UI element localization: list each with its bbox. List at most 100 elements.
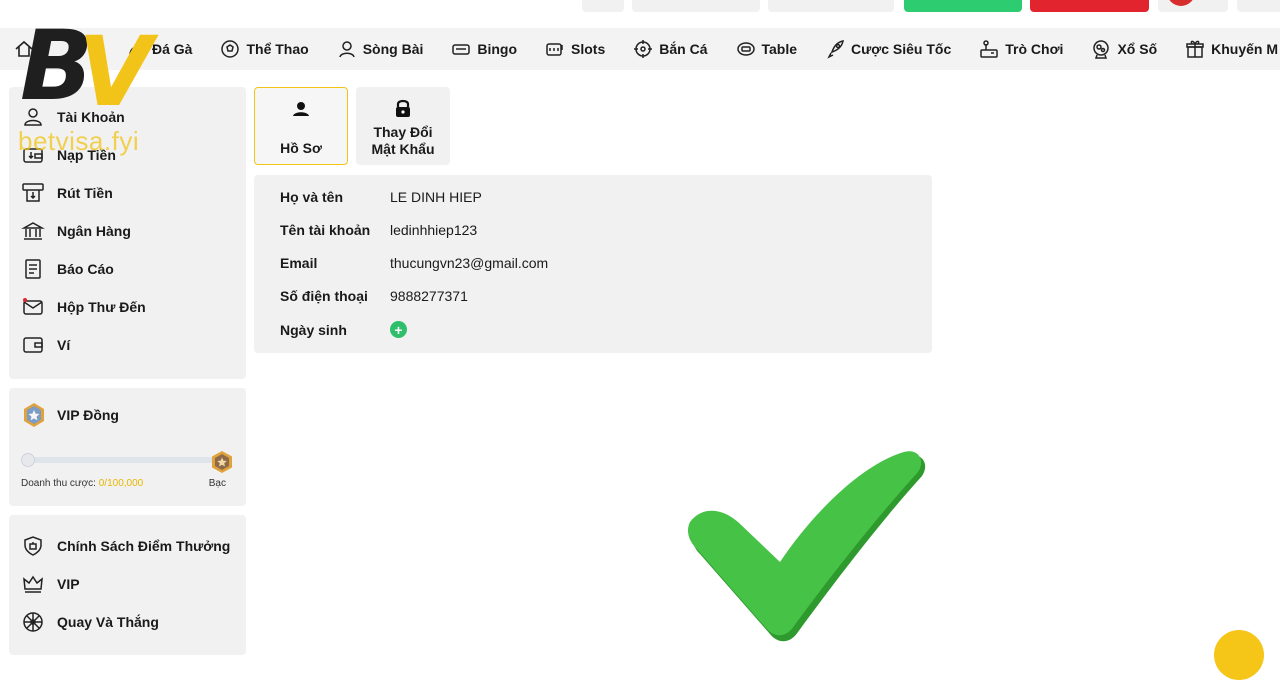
chat-support-button[interactable] bbox=[1214, 630, 1264, 680]
sidebar-item-label: Báo Cáo bbox=[57, 261, 114, 277]
field-value: ledinhhiep123 bbox=[390, 222, 478, 238]
menu-item-spin-win[interactable]: Quay Và Thắng bbox=[9, 603, 246, 641]
vip-start-marker bbox=[21, 453, 35, 467]
profile-row-phone: Số điện thoại 9888277371 bbox=[280, 288, 468, 304]
header-menu-button[interactable] bbox=[582, 0, 624, 12]
field-label: Ngày sinh bbox=[280, 321, 347, 338]
field-value: thucungvn23@gmail.com bbox=[390, 255, 549, 271]
table-game-icon bbox=[736, 42, 755, 56]
sidebar-item-label: Ngân Hàng bbox=[57, 223, 131, 239]
field-label: Họ và tên bbox=[280, 189, 344, 205]
sidebar-item-bank[interactable]: Ngân Hàng bbox=[9, 212, 246, 250]
profile-row-fullname: Họ và tên LE DINH HIEP bbox=[280, 189, 482, 205]
vip-level-label: VIP Đồng bbox=[57, 407, 119, 423]
rocket-icon bbox=[827, 40, 844, 59]
vip-progress-text: Doanh thu cược: 0/100,000 bbox=[21, 478, 144, 489]
sidebar-item-label: Ví bbox=[57, 337, 71, 353]
lottery-icon bbox=[1093, 40, 1110, 59]
menu-item-label: Quay Và Thắng bbox=[57, 614, 159, 630]
report-icon bbox=[25, 259, 41, 279]
spin-wheel-icon bbox=[23, 612, 43, 632]
dealer-icon bbox=[338, 41, 355, 58]
header-field-2[interactable] bbox=[768, 0, 894, 12]
nav-item-lottery[interactable]: Xổ Số bbox=[1091, 39, 1157, 59]
checkmark-icon bbox=[688, 451, 926, 642]
nav-label: Bắn Cá bbox=[659, 41, 708, 57]
bottom-menu-panel: Chính Sách Điểm Thưởng VIP Quay Và Thắng bbox=[9, 515, 246, 655]
nav-item-casino[interactable]: Sòng Bài bbox=[337, 39, 424, 59]
profile-row-username: Tên tài khoản ledinhhiep123 bbox=[280, 222, 477, 238]
add-birthday-button[interactable]: + bbox=[390, 321, 407, 338]
silver-medal-icon bbox=[212, 451, 232, 473]
nav-label: Cược Siêu Tốc bbox=[851, 41, 952, 57]
logo-url-watermark: betvisa.fyi bbox=[18, 126, 140, 156]
bronze-medal-icon bbox=[24, 403, 44, 427]
slot-machine-icon bbox=[546, 43, 563, 56]
tab-profile[interactable]: Hồ Sơ bbox=[254, 87, 348, 165]
nav-label: Khuyến M bbox=[1211, 41, 1279, 57]
nav-item-promotions[interactable]: Khuyến M bbox=[1185, 39, 1278, 59]
crosshair-icon bbox=[634, 40, 653, 58]
header-register-button[interactable] bbox=[1030, 0, 1149, 12]
vip-progress-bar bbox=[21, 450, 234, 473]
bank-icon bbox=[21, 222, 45, 240]
withdraw-icon bbox=[22, 183, 44, 202]
mail-icon bbox=[23, 298, 43, 315]
sidebar-item-label: Hộp Thư Đến bbox=[57, 299, 146, 315]
vip-panel: VIP Đồng Doanh thu cược: 0/100,000 Bạc bbox=[9, 388, 246, 506]
profile-row-birthday: Ngày sinh + bbox=[280, 321, 407, 338]
nav-item-slots[interactable]: Slots bbox=[545, 39, 605, 59]
sidebar-item-withdraw[interactable]: Rút Tiền bbox=[9, 174, 246, 212]
nav-label: Thể Thao bbox=[246, 41, 309, 57]
language-button[interactable] bbox=[1158, 0, 1228, 12]
nav-item-fishing[interactable]: Bắn Cá bbox=[633, 39, 708, 59]
header-field-1[interactable] bbox=[632, 0, 760, 12]
nav-label: Bingo bbox=[477, 41, 518, 57]
menu-item-reward-policy[interactable]: Chính Sách Điểm Thưởng bbox=[9, 527, 246, 565]
sidebar-item-inbox[interactable]: Hộp Thư Đến bbox=[9, 288, 246, 326]
arcade-icon bbox=[980, 40, 999, 58]
nav-label: Table bbox=[761, 41, 798, 57]
top-header bbox=[0, 0, 1280, 26]
field-label: Email bbox=[280, 255, 318, 271]
person-icon bbox=[293, 102, 309, 116]
menu-item-vip[interactable]: VIP bbox=[9, 565, 246, 603]
nav-item-bingo[interactable]: Bingo bbox=[451, 39, 517, 59]
soccer-ball-icon bbox=[221, 40, 240, 58]
menu-item-label: Chính Sách Điểm Thưởng bbox=[57, 538, 231, 554]
bingo-icon bbox=[452, 44, 471, 55]
profile-info-card: Họ và tên LE DINH HIEP Tên tài khoản led… bbox=[254, 175, 932, 353]
wallet-icon bbox=[23, 337, 43, 353]
sidebar-item-label: Rút Tiền bbox=[57, 185, 113, 201]
main-nav: Đá Gà Thể Thao Sòng Bài Bingo Slots Bắn … bbox=[0, 28, 1280, 70]
nav-item-quick-bet[interactable]: Cược Siêu Tốc bbox=[825, 39, 951, 59]
tab-label-line1: Thay Đổi bbox=[373, 124, 433, 140]
header-extra-button[interactable] bbox=[1237, 0, 1280, 12]
field-value: LE DINH HIEP bbox=[390, 189, 482, 205]
tab-label: Hồ Sơ bbox=[280, 140, 322, 156]
sidebar-item-report[interactable]: Báo Cáo bbox=[9, 250, 246, 288]
tab-label-line2: Mật Khẩu bbox=[371, 141, 435, 157]
profile-row-email: Email thucungvn23@gmail.com bbox=[280, 255, 548, 271]
menu-item-label: VIP bbox=[57, 576, 80, 592]
tab-change-password[interactable]: Thay Đổi Mật Khẩu bbox=[356, 87, 450, 165]
field-label: Số điện thoại bbox=[280, 288, 368, 304]
reward-policy-icon bbox=[24, 536, 42, 556]
nav-label: Slots bbox=[571, 41, 606, 57]
nav-label: Sòng Bài bbox=[362, 41, 424, 57]
nav-item-games[interactable]: Trò Chơi bbox=[979, 39, 1063, 59]
lock-icon bbox=[396, 99, 410, 117]
sidebar-item-wallet[interactable]: Ví bbox=[9, 326, 246, 364]
nav-item-table[interactable]: Table bbox=[736, 39, 798, 59]
logo-letter-b: B bbox=[20, 10, 93, 122]
logo-letter-v: V bbox=[78, 16, 153, 128]
vip-progress-amount: 0/100,000 bbox=[98, 478, 144, 489]
field-label: Tên tài khoản bbox=[280, 222, 371, 238]
nav-item-sports[interactable]: Thể Thao bbox=[220, 39, 309, 59]
vip-next-level: Bạc bbox=[208, 478, 226, 489]
field-value: 9888277371 bbox=[390, 288, 468, 304]
gift-icon bbox=[1186, 40, 1204, 58]
header-login-button[interactable] bbox=[904, 0, 1022, 12]
vip-progress-footer: Doanh thu cược: 0/100,000 Bạc bbox=[21, 478, 226, 489]
nav-label: Trò Chơi bbox=[1005, 41, 1064, 57]
